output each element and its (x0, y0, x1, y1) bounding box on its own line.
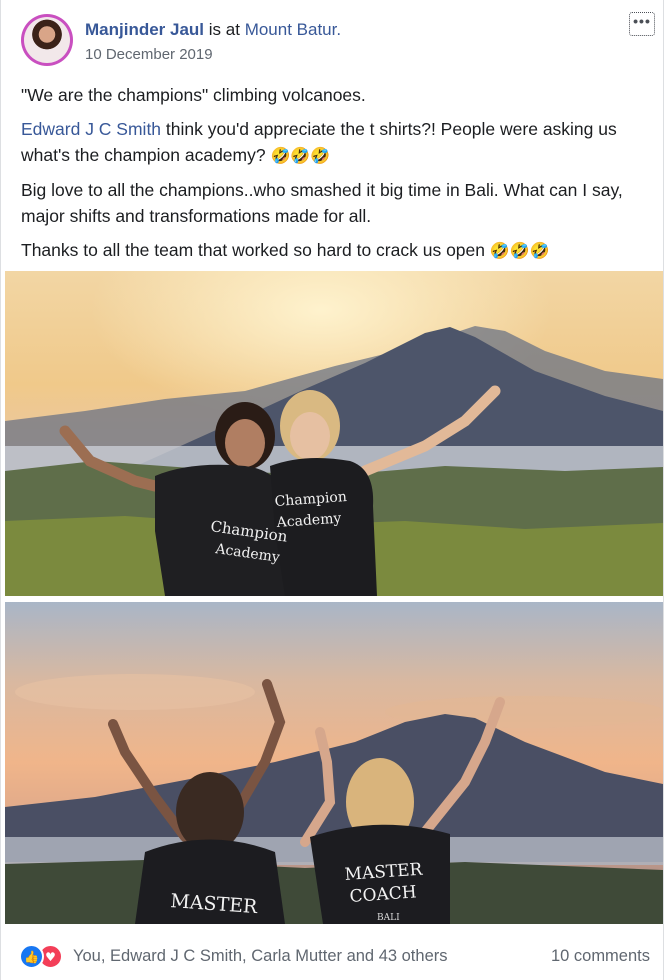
shirt-text-right-3: BALI (377, 913, 400, 923)
post-paragraph-3: Big love to all the champions..who smash… (21, 180, 623, 226)
laughing-emoji-icon: 🤣🤣🤣 (270, 146, 331, 165)
post-paragraph-1: "We are the champions" climbing volcanoe… (21, 85, 366, 105)
more-options-icon: ••• (633, 13, 651, 29)
author-name-link[interactable]: Manjinder Jaul (85, 20, 204, 39)
post-paragraph-2: Edward J C Smith think you'd appreciate … (21, 116, 651, 169)
reactions-bar: 👍 ♥ You, Edward J C Smith, Carla Mutter … (1, 936, 664, 980)
post-photo-2[interactable]: MASTER MASTER COACH BALI (5, 602, 663, 924)
post-header-line: Manjinder Jaul is at Mount Batur. (85, 19, 341, 41)
mention-link[interactable]: Edward J C Smith (21, 119, 161, 139)
heart-icon: ♥ (45, 949, 56, 964)
author-avatar[interactable] (21, 14, 73, 66)
post-message: "We are the champions" climbing volcanoe… (21, 82, 651, 272)
reactors-summary[interactable]: You, Edward J C Smith, Carla Mutter and … (73, 947, 448, 966)
comments-count[interactable]: 10 comments (551, 947, 650, 966)
post-photo-1[interactable]: Champion Academy Champion Academy (5, 271, 663, 596)
post-paragraph-4: Thanks to all the team that worked so ha… (21, 237, 651, 264)
location-link[interactable]: Mount Batur. (245, 20, 341, 39)
post-timestamp[interactable]: 10 December 2019 (85, 46, 213, 63)
post-card: Manjinder Jaul is at Mount Batur. 10 Dec… (0, 0, 664, 980)
post-paragraph-4-text: Thanks to all the team that worked so ha… (21, 240, 485, 260)
more-options-button[interactable]: ••• (629, 12, 655, 36)
thumbs-up-icon: 👍 (24, 949, 39, 964)
laughing-emoji-icon: 🤣🤣🤣 (489, 241, 550, 260)
like-reaction[interactable]: 👍 (19, 944, 44, 969)
location-connector: is at (208, 20, 240, 39)
